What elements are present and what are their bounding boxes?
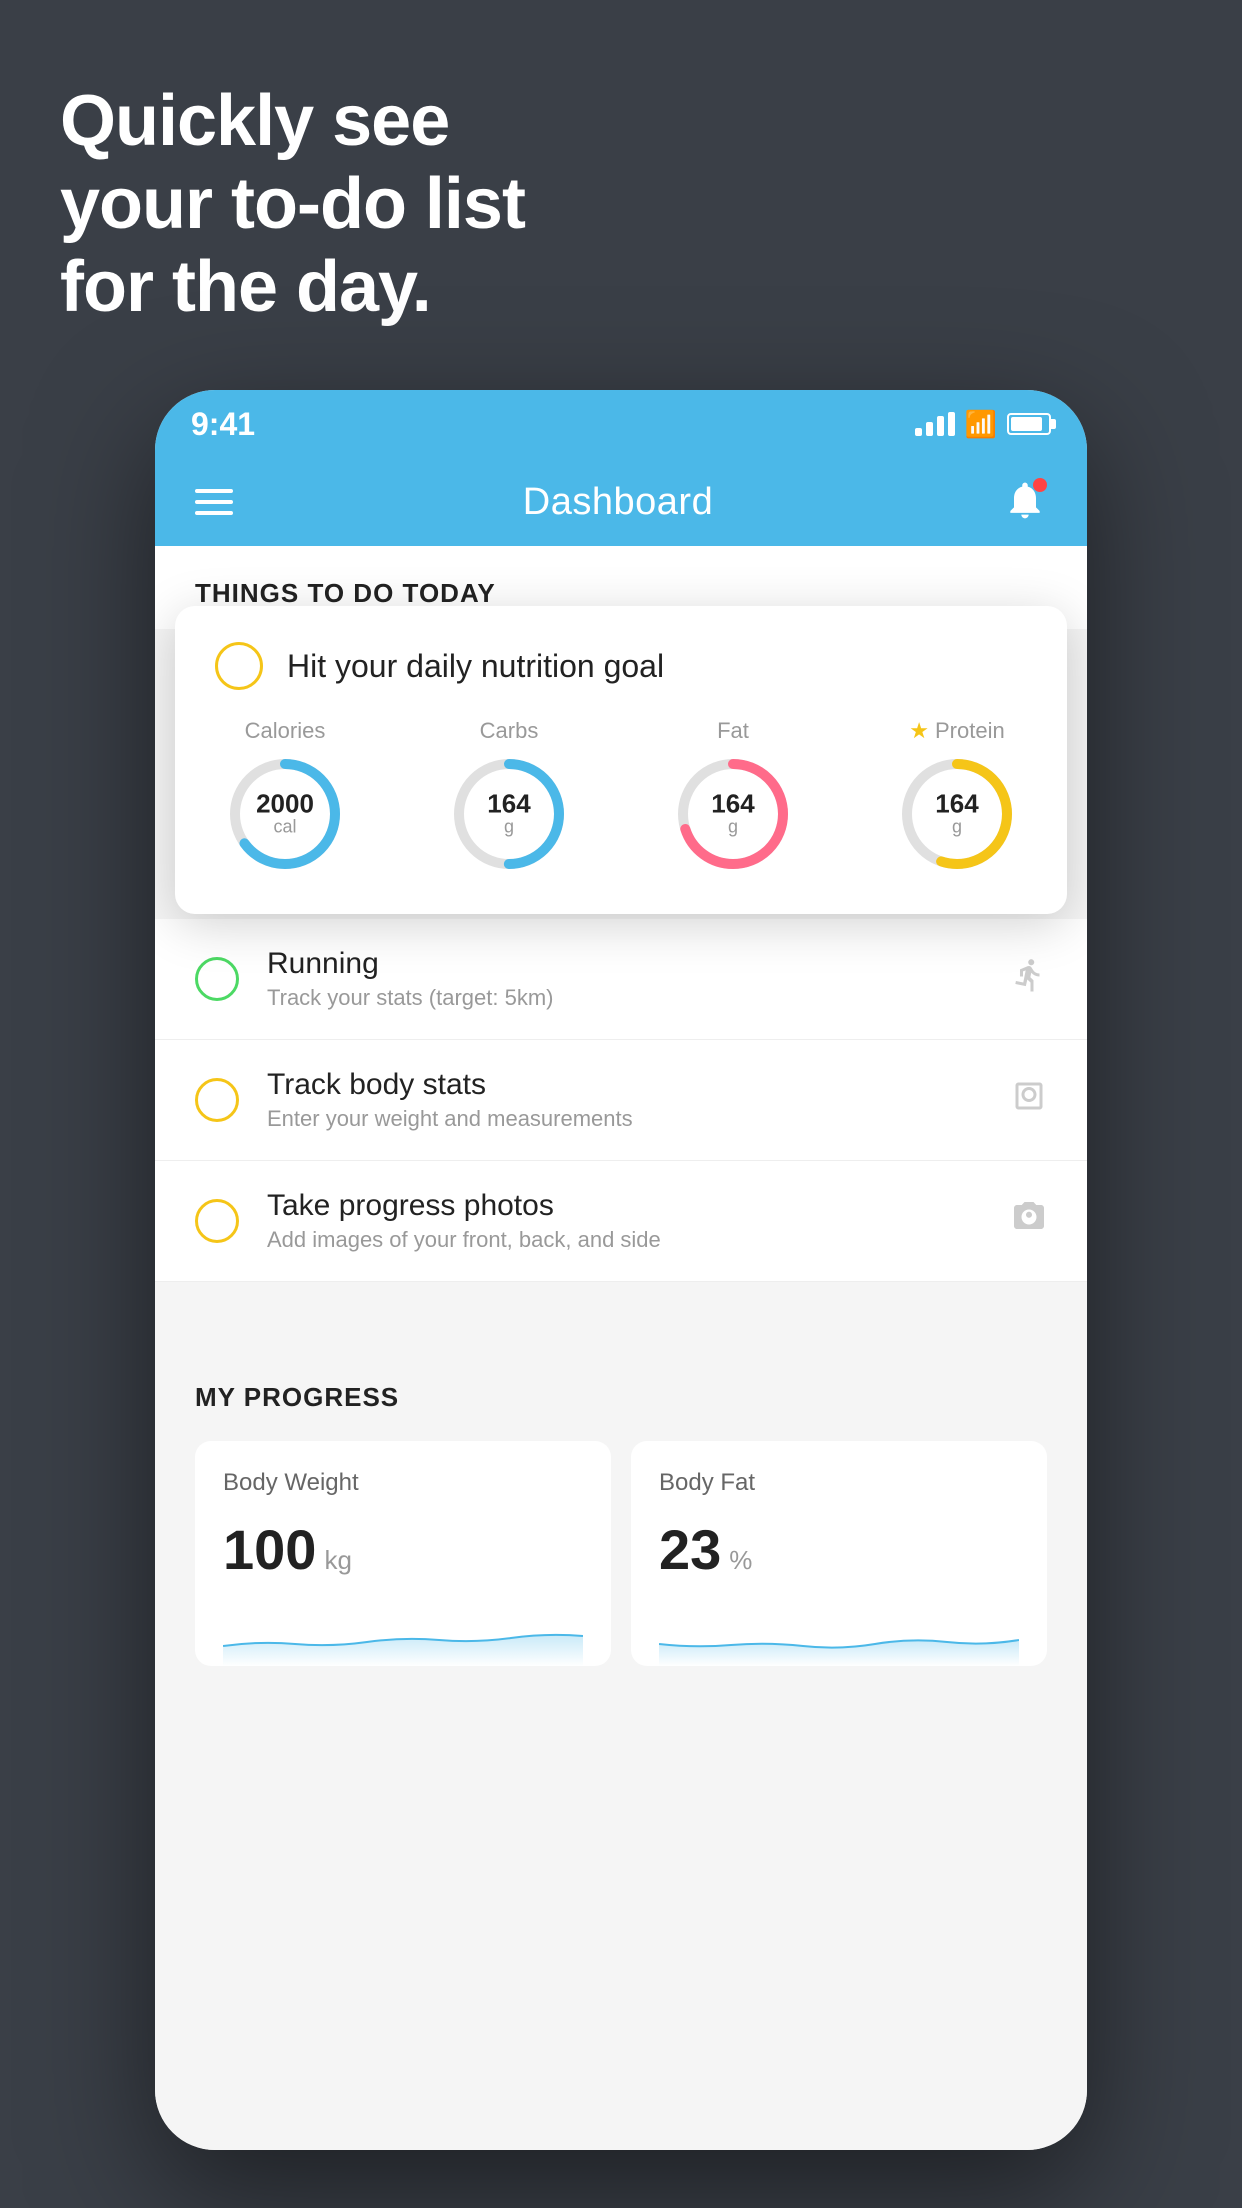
protein-value: 164 bbox=[935, 791, 978, 817]
body-weight-card[interactable]: Body Weight 100 kg bbox=[195, 1441, 611, 1666]
scale-icon bbox=[1011, 1078, 1047, 1122]
carbs-label: Carbs bbox=[480, 718, 539, 744]
headline-line2: your to-do list bbox=[60, 163, 525, 246]
protein-label: Protein bbox=[935, 718, 1005, 744]
fat-value: 164 bbox=[711, 791, 754, 817]
section-title: THINGS TO DO TODAY bbox=[195, 578, 496, 608]
list-item-body-stats[interactable]: Track body stats Enter your weight and m… bbox=[155, 1040, 1087, 1161]
task-circle-photos bbox=[195, 1199, 239, 1243]
phone-body: THINGS TO DO TODAY Hit your daily nutrit… bbox=[155, 546, 1087, 2150]
status-icons: 📶 bbox=[915, 409, 1051, 440]
nutrition-row: Calories 2000 cal Carbs bbox=[215, 718, 1027, 874]
progress-cards: Body Weight 100 kg bbox=[155, 1441, 1087, 1666]
carbs-value: 164 bbox=[487, 791, 530, 817]
photos-text: Take progress photos Add images of your … bbox=[267, 1189, 983, 1253]
notification-dot bbox=[1033, 478, 1047, 492]
headline-line1: Quickly see bbox=[60, 80, 525, 163]
shoe-icon bbox=[1011, 957, 1047, 1001]
hamburger-menu[interactable] bbox=[195, 489, 233, 515]
running-text: Running Track your stats (target: 5km) bbox=[267, 947, 983, 1011]
body-stats-text: Track body stats Enter your weight and m… bbox=[267, 1068, 983, 1132]
task-list: Running Track your stats (target: 5km) T… bbox=[155, 919, 1087, 1282]
card-title-row: Hit your daily nutrition goal bbox=[215, 642, 1027, 690]
body-stats-title: Track body stats bbox=[267, 1068, 983, 1102]
fat-ring: 164 g bbox=[673, 754, 793, 874]
wifi-icon: 📶 bbox=[965, 409, 997, 440]
list-item-running[interactable]: Running Track your stats (target: 5km) bbox=[155, 919, 1087, 1040]
star-icon: ★ bbox=[909, 718, 929, 744]
signal-icon bbox=[915, 412, 955, 436]
fat-unit: g bbox=[711, 817, 754, 838]
body-fat-unit: % bbox=[729, 1545, 752, 1576]
protein-unit: g bbox=[935, 817, 978, 838]
nutrition-protein: ★ Protein 164 g bbox=[897, 718, 1017, 874]
body-weight-value-row: 100 kg bbox=[223, 1517, 583, 1582]
body-weight-chart bbox=[223, 1606, 583, 1666]
progress-section: MY PROGRESS Body Weight 100 kg bbox=[155, 1342, 1087, 1666]
running-title: Running bbox=[267, 947, 983, 981]
photos-subtitle: Add images of your front, back, and side bbox=[267, 1227, 983, 1253]
calories-label: Calories bbox=[245, 718, 326, 744]
body-stats-subtitle: Enter your weight and measurements bbox=[267, 1106, 983, 1132]
body-fat-label: Body Fat bbox=[659, 1469, 1019, 1497]
nutrition-card: Hit your daily nutrition goal Calories 2… bbox=[175, 606, 1067, 914]
fat-label: Fat bbox=[717, 718, 749, 744]
status-time: 9:41 bbox=[191, 406, 255, 443]
carbs-unit: g bbox=[487, 817, 530, 838]
card-title: Hit your daily nutrition goal bbox=[287, 648, 664, 685]
body-fat-chart bbox=[659, 1606, 1019, 1666]
photos-title: Take progress photos bbox=[267, 1189, 983, 1223]
body-fat-value: 23 bbox=[659, 1517, 721, 1582]
body-weight-label: Body Weight bbox=[223, 1469, 583, 1497]
headline-line3: for the day. bbox=[60, 246, 525, 329]
headline: Quickly see your to-do list for the day. bbox=[60, 80, 525, 328]
body-fat-card[interactable]: Body Fat 23 % bbox=[631, 1441, 1047, 1666]
nutrition-fat: Fat 164 g bbox=[673, 718, 793, 874]
battery-icon bbox=[1007, 413, 1051, 435]
calories-unit: cal bbox=[256, 817, 314, 838]
photo-icon bbox=[1011, 1199, 1047, 1243]
nutrition-calories: Calories 2000 cal bbox=[225, 718, 345, 874]
nutrition-carbs: Carbs 164 g bbox=[449, 718, 569, 874]
protein-ring: 164 g bbox=[897, 754, 1017, 874]
phone-mockup: 9:41 📶 Dashboard bbox=[155, 390, 1087, 2150]
nav-title: Dashboard bbox=[523, 481, 713, 524]
task-circle-nutrition[interactable] bbox=[215, 642, 263, 690]
task-circle-running bbox=[195, 957, 239, 1001]
body-fat-value-row: 23 % bbox=[659, 1517, 1019, 1582]
running-subtitle: Track your stats (target: 5km) bbox=[267, 985, 983, 1011]
protein-label-row: ★ Protein bbox=[909, 718, 1004, 744]
progress-section-title: MY PROGRESS bbox=[155, 1382, 1087, 1441]
task-circle-body-stats bbox=[195, 1078, 239, 1122]
nav-bar: Dashboard bbox=[155, 458, 1087, 546]
body-weight-value: 100 bbox=[223, 1517, 316, 1582]
notification-bell-icon[interactable] bbox=[1003, 478, 1047, 526]
calories-ring: 2000 cal bbox=[225, 754, 345, 874]
carbs-ring: 164 g bbox=[449, 754, 569, 874]
status-bar: 9:41 📶 bbox=[155, 390, 1087, 458]
body-weight-unit: kg bbox=[324, 1545, 351, 1576]
list-item-photos[interactable]: Take progress photos Add images of your … bbox=[155, 1161, 1087, 1282]
calories-value: 2000 bbox=[256, 791, 314, 817]
